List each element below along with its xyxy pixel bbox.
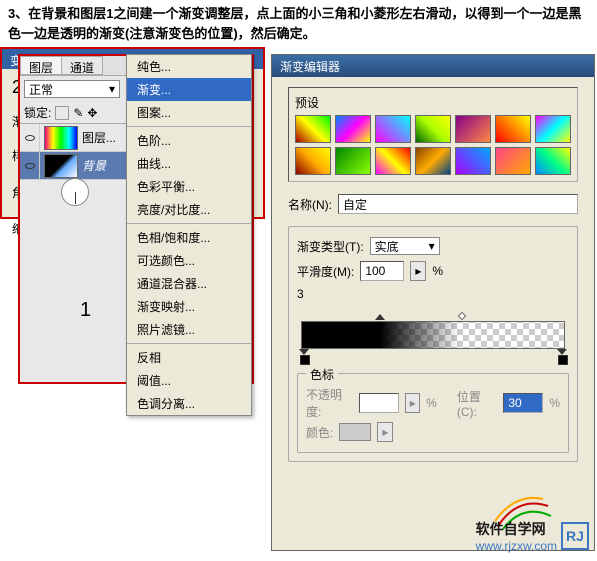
menu-item[interactable]: 阈值...: [127, 369, 251, 392]
blend-mode-value: 正常: [29, 81, 53, 98]
color-flyout[interactable]: ▸: [377, 422, 393, 442]
chevron-down-icon: ▾: [109, 82, 115, 96]
smoothness-input[interactable]: [360, 261, 404, 281]
opacity-flyout: ▸: [405, 393, 420, 413]
presets-group: 预设: [288, 87, 578, 182]
menu-item[interactable]: 曲线...: [127, 152, 251, 175]
smoothness-label: 平滑度(M):: [297, 263, 354, 280]
annotation-1: 1: [80, 299, 91, 322]
gradient-preset[interactable]: [495, 147, 531, 175]
gradient-preset[interactable]: [335, 147, 371, 175]
menu-item[interactable]: 渐变...: [127, 78, 251, 101]
layer-thumbnail: [44, 126, 78, 150]
instruction-text: 3、在背景和图层1之间建一个渐变调整层，点上面的小三角和小菱形左右滑动，以得到一…: [0, 0, 597, 47]
opacity-stop[interactable]: [375, 309, 385, 319]
gradient-preset[interactable]: [415, 147, 451, 175]
gradient-preset[interactable]: [335, 115, 371, 143]
gradient-type-group: 渐变类型(T): 实底 ▾ 平滑度(M): ▸ % 3: [288, 226, 578, 462]
watermark-url: www.rjzxw.com: [476, 539, 557, 553]
stops-group: 色标 不透明度: ▸ % 位置(C): % 颜色: ▸: [297, 373, 569, 453]
gradient-preset[interactable]: [295, 147, 331, 175]
watermark: 软件自学网 www.rjzxw.com RJ: [476, 519, 589, 553]
presets-label: 预设: [295, 94, 571, 111]
opacity-input: [359, 393, 399, 413]
layer-name: 背景: [82, 157, 106, 174]
menu-item[interactable]: 可选颜色...: [127, 249, 251, 272]
tab-channels[interactable]: 通道: [61, 56, 103, 75]
menu-separator: [127, 223, 251, 224]
percent-label: %: [549, 396, 560, 410]
gradient-preset[interactable]: [535, 115, 571, 143]
tab-layers[interactable]: 图层: [20, 56, 62, 75]
gradient-name-input[interactable]: [338, 194, 578, 214]
blend-mode-select[interactable]: 正常 ▾: [24, 80, 120, 98]
color-label: 颜色:: [306, 424, 333, 441]
color-stop[interactable]: [299, 349, 309, 363]
percent-label: %: [426, 396, 437, 410]
smoothness-flyout[interactable]: ▸: [410, 261, 426, 281]
watermark-text: 软件自学网: [476, 519, 557, 539]
chevron-down-icon: ▾: [429, 239, 435, 253]
menu-separator: [127, 343, 251, 344]
watermark-logo-icon: RJ: [561, 522, 589, 550]
menu-item[interactable]: 亮度/对比度...: [127, 198, 251, 221]
brush-icon[interactable]: ✎: [73, 106, 83, 120]
location-input[interactable]: [503, 393, 543, 413]
menu-item[interactable]: 色阶...: [127, 129, 251, 152]
adjustment-context-menu: 纯色...渐变...图案... 色阶...曲线...色彩平衡...亮度/对比度..…: [126, 54, 252, 416]
gradient-type-select[interactable]: 实底 ▾: [370, 237, 440, 255]
color-swatch[interactable]: [339, 423, 371, 441]
menu-item[interactable]: 通道混合器...: [127, 272, 251, 295]
gradient-preset[interactable]: [415, 115, 451, 143]
type-label: 渐变类型(T):: [297, 238, 364, 255]
menu-item[interactable]: 色相/饱和度...: [127, 226, 251, 249]
opacity-label: 不透明度:: [306, 386, 353, 420]
menu-item[interactable]: 色调分离...: [127, 392, 251, 415]
gradient-preset[interactable]: [295, 115, 331, 143]
menu-separator: [127, 126, 251, 127]
lock-transparency-icon[interactable]: [55, 106, 69, 120]
layer-name: 图层...: [82, 129, 116, 146]
midpoint-diamond[interactable]: [458, 312, 466, 320]
gradient-preset[interactable]: [535, 147, 571, 175]
preset-grid: [295, 115, 571, 175]
gradient-preview-bar: [301, 321, 565, 349]
gradient-editor-dialog: 渐变编辑器 预设 名称(N):: [271, 54, 595, 551]
color-stop[interactable]: [557, 349, 567, 363]
gradient-preset[interactable]: [455, 147, 491, 175]
menu-item[interactable]: 反相: [127, 346, 251, 369]
move-icon[interactable]: ✥: [87, 106, 97, 120]
gradient-preset[interactable]: [495, 115, 531, 143]
menu-item[interactable]: 渐变映射...: [127, 295, 251, 318]
menu-item[interactable]: 图案...: [127, 101, 251, 124]
gradient-preset[interactable]: [375, 147, 411, 175]
gradient-preset[interactable]: [375, 115, 411, 143]
menu-item[interactable]: 纯色...: [127, 55, 251, 78]
type-value: 实底: [375, 238, 399, 255]
eye-icon[interactable]: [25, 135, 35, 141]
menu-item[interactable]: 照片滤镜...: [127, 318, 251, 341]
stops-label: 色标: [306, 366, 338, 383]
menu-item[interactable]: 色彩平衡...: [127, 175, 251, 198]
dialog-title: 渐变编辑器: [272, 55, 594, 77]
location-label: 位置(C):: [457, 388, 498, 419]
gradient-preset[interactable]: [455, 115, 491, 143]
percent-label: %: [432, 264, 443, 278]
layer-thumbnail: [44, 154, 78, 178]
name-label: 名称(N):: [288, 196, 332, 213]
lock-label: 锁定:: [24, 104, 51, 121]
eye-icon[interactable]: [25, 163, 35, 169]
gradient-bar[interactable]: [301, 321, 565, 349]
annotation-3: 3: [297, 287, 569, 301]
